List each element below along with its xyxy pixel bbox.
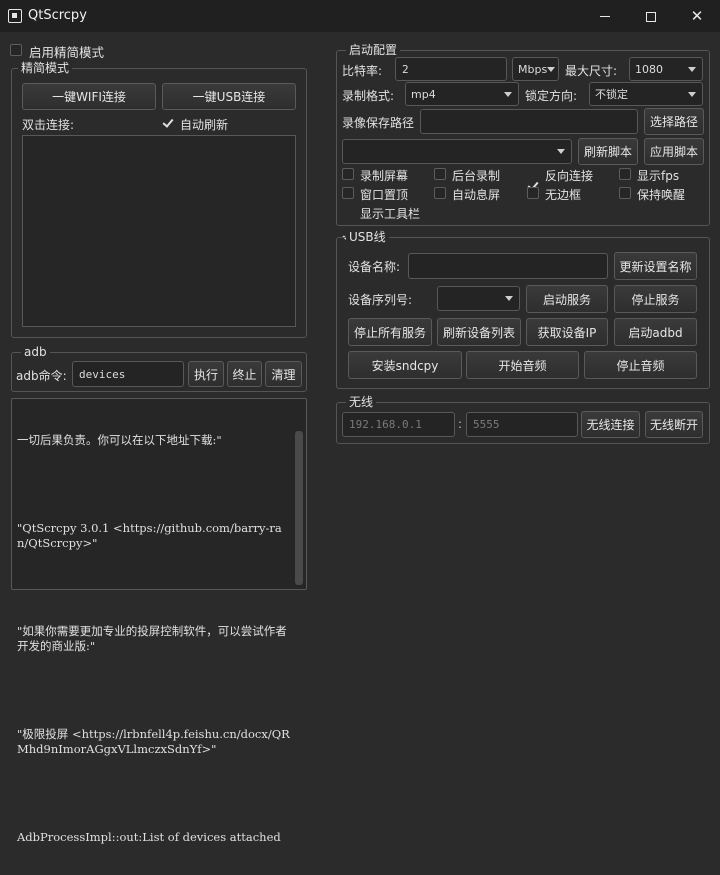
log-text: 一切后果负责。你可以在以下地址下载:" "QtScrcpy 3.0.1 <htt… [17,403,292,875]
show-fps-checkbox[interactable] [619,168,631,180]
window-title: QtScrcpy [28,8,87,23]
wireless-port-input[interactable]: 5555 [466,412,578,437]
select-path-button[interactable]: 选择路径 [644,108,704,135]
auto-refresh-checkbox[interactable] [162,117,174,129]
device-name-input[interactable] [408,253,608,279]
wireless-group-title: 无线 [346,395,377,409]
max-size-label: 最大尺寸: [565,64,618,78]
wireless-connect-button[interactable]: 无线连接 [581,411,640,438]
lock-orientation-value: 不锁定 [595,88,628,101]
launch-config-group-title: 启动配置 [346,43,401,57]
record-format-label: 录制格式: [342,89,395,103]
background-record-label: 后台录制 [452,169,501,183]
record-path-input[interactable] [420,109,638,134]
chevron-down-icon [505,296,513,301]
record-screen-checkbox[interactable] [342,168,354,180]
close-icon: ✕ [690,7,704,25]
adb-clear-button[interactable]: 清理 [265,361,302,387]
window-top-label: 窗口置顶 [360,188,409,202]
reverse-connect-label: 反向连接 [545,169,594,183]
stop-all-services-button[interactable]: 停止所有服务 [348,318,432,346]
chevron-down-icon [504,91,512,97]
log-line: "QtScrcpy 3.0.1 <https://github.com/barr… [17,521,282,550]
bitrate-label: 比特率: [342,64,383,78]
adb-execute-button[interactable]: 执行 [188,361,224,387]
max-size-value: 1080 [635,62,663,76]
start-adbd-button[interactable]: 启动adbd [614,318,697,346]
double-click-label: 双击连接: [22,118,75,132]
serial-label: 设备序列号: [348,293,413,307]
log-output[interactable]: 一切后果负责。你可以在以下地址下载:" "QtScrcpy 3.0.1 <htt… [11,398,307,844]
max-size-select[interactable]: 1080 [629,57,703,81]
lock-orientation-label: 锁定方向: [525,89,578,103]
script-select[interactable] [342,139,572,164]
apply-script-button[interactable]: 应用脚本 [644,138,704,165]
log-line: "如果你需要更加专业的投屏控制软件，可以尝试作者开发的商业版:" [17,624,287,653]
background-record-checkbox[interactable] [434,168,446,180]
chevron-down-icon [557,149,565,154]
record-format-value: mp4 [411,87,436,101]
app-icon [8,9,22,23]
title-bar: QtScrcpy ✕ [0,0,720,32]
adb-command-label: adb命令: [16,369,67,383]
show-fps-label: 显示fps [637,169,680,183]
simple-mode-checkbox[interactable] [10,44,22,56]
simple-mode-label: 启用精简模式 [29,45,105,60]
log-line: 一切后果负责。你可以在以下地址下载:" [17,433,222,447]
stay-awake-checkbox[interactable] [619,187,631,199]
close-button[interactable]: ✕ [674,0,720,32]
usb-connect-button[interactable]: 一键USB连接 [162,83,296,110]
bitrate-input[interactable]: 2 [395,57,507,81]
device-name-label: 设备名称: [348,260,401,274]
get-device-ip-button[interactable]: 获取设备IP [526,318,608,346]
window-top-checkbox[interactable] [342,187,354,199]
stop-audio-button[interactable]: 停止音频 [584,351,697,379]
stay-awake-label: 保持唤醒 [637,188,686,202]
frameless-label: 无边框 [545,188,582,202]
maximize-button[interactable] [628,0,674,32]
adb-terminate-button[interactable]: 终止 [227,361,262,387]
log-scrollbar-thumb[interactable] [295,431,303,585]
refresh-script-button[interactable]: 刷新脚本 [578,138,638,165]
auto-refresh-label: 自动刷新 [180,118,229,132]
adb-command-input[interactable]: devices [72,361,184,387]
record-format-select[interactable]: mp4 [405,82,519,106]
start-audio-button[interactable]: 开始音频 [466,351,579,379]
start-service-button[interactable]: 启动服务 [526,285,608,313]
wireless-ip-input[interactable]: 192.168.0.1 [342,412,455,437]
adb-group-title: adb [21,345,50,359]
minimize-icon [600,16,610,17]
lock-orientation-select[interactable]: 不锁定 [589,82,703,106]
device-list[interactable] [22,135,296,327]
bitrate-unit-select[interactable]: Mbps [512,57,559,81]
update-device-name-button[interactable]: 更新设置名称 [614,252,697,280]
chevron-down-icon [688,91,696,97]
ip-port-separator: : [458,417,463,431]
record-path-label: 录像保存路径 [342,116,415,130]
install-sndcpy-button[interactable]: 安装sndcpy [348,351,462,379]
record-screen-label: 录制屏幕 [360,169,409,183]
wifi-connect-button[interactable]: 一键WIFI连接 [22,83,156,110]
usb-group-title: USB线 [346,230,389,244]
show-toolbar-label: 显示工具栏 [360,207,421,221]
log-line: "极限投屏 <https://lrbnfell4p.feishu.cn/docx… [17,727,290,756]
chevron-down-icon [547,66,556,72]
frameless-checkbox[interactable] [527,187,539,199]
auto-screen-off-checkbox[interactable] [434,187,446,199]
chevron-down-icon [688,66,696,72]
auto-screen-off-label: 自动息屏 [452,188,501,202]
serial-select[interactable] [437,286,520,311]
log-line: AdbProcessImpl::out:List of devices atta… [17,830,281,844]
wireless-disconnect-button[interactable]: 无线断开 [645,411,703,438]
stop-service-button[interactable]: 停止服务 [614,285,697,313]
minimize-button[interactable] [582,0,628,32]
bitrate-unit-value: Mbps [518,62,548,76]
refresh-devices-button[interactable]: 刷新设备列表 [437,318,521,346]
maximize-icon [646,11,656,22]
simple-mode-group-title: 精简模式 [18,61,73,75]
